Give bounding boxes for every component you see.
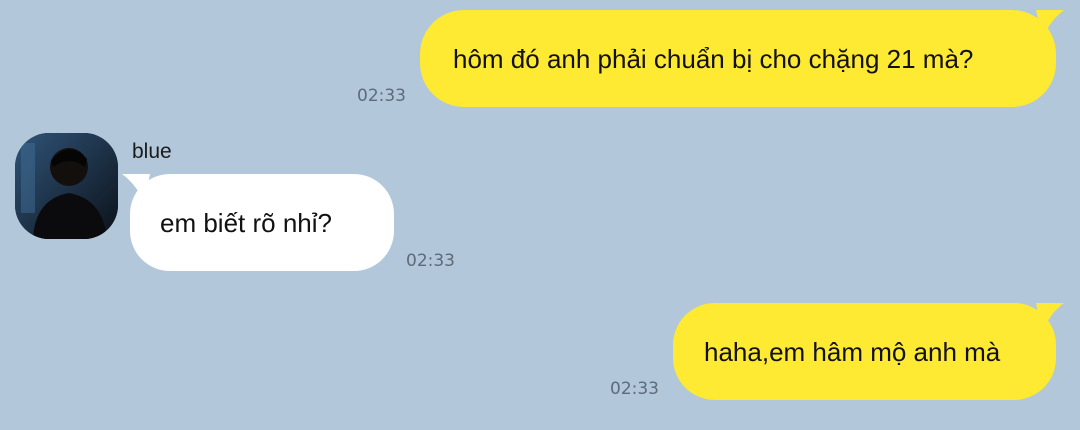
message-timestamp: 02:33	[406, 251, 455, 271]
chat-area: 02:33 hôm đó anh phải chuẩn bị cho chặng…	[0, 0, 1080, 430]
bubble-tail	[1036, 303, 1064, 333]
message-timestamp: 02:33	[357, 86, 406, 106]
outgoing-message-bubble[interactable]: haha,em hâm mộ anh mà	[673, 303, 1056, 400]
message-text: hôm đó anh phải chuẩn bị cho chặng 21 mà…	[453, 43, 974, 74]
message-text: em biết rõ nhỉ?	[160, 207, 332, 238]
avatar-icon	[15, 133, 118, 239]
bubble-tail	[1036, 10, 1064, 40]
outgoing-message-bubble[interactable]: hôm đó anh phải chuẩn bị cho chặng 21 mà…	[420, 10, 1056, 107]
message-text: haha,em hâm mộ anh mà	[704, 336, 1001, 367]
sender-name: blue	[132, 140, 172, 163]
message-timestamp: 02:33	[610, 379, 659, 399]
incoming-message-bubble[interactable]: em biết rõ nhỉ?	[130, 174, 394, 271]
sender-avatar[interactable]	[15, 133, 118, 239]
